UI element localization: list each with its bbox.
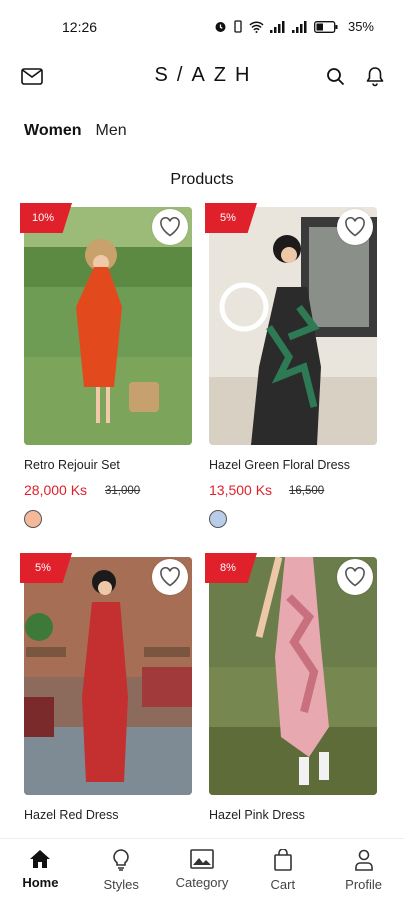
nav-category[interactable]: Category	[162, 839, 243, 900]
search-icon[interactable]	[326, 67, 345, 91]
tab-women[interactable]: Women	[24, 122, 81, 140]
status-bar: 12:26 35%	[0, 0, 404, 52]
wifi-icon	[249, 20, 264, 33]
nav-label: Cart	[270, 877, 296, 892]
color-swatch[interactable]	[209, 510, 227, 528]
home-icon	[30, 850, 51, 868]
tab-men[interactable]: Men	[95, 122, 126, 140]
gender-tabs: Women Men	[24, 122, 127, 140]
nav-cart[interactable]: Cart	[242, 839, 323, 900]
status-icons: 35%	[214, 19, 374, 34]
nav-styles[interactable]: Styles	[81, 839, 162, 900]
nav-label: Category	[175, 875, 229, 890]
product-name[interactable]: Retro Rejouir Set	[24, 458, 120, 472]
heart-icon[interactable]	[152, 559, 188, 595]
product-name[interactable]: Hazel Red Dress	[24, 808, 118, 822]
bag-icon	[273, 849, 292, 871]
color-swatch[interactable]	[24, 510, 42, 528]
battery-percent: 35%	[347, 19, 374, 34]
person-icon	[354, 849, 373, 871]
product-name[interactable]: Hazel Pink Dress	[209, 808, 305, 822]
product-old-price: 31,000	[105, 485, 141, 497]
heart-icon[interactable]	[337, 209, 373, 245]
product-price: 13,500 Ks	[209, 482, 273, 498]
vibrate-icon	[234, 20, 242, 33]
status-time: 12:26	[62, 19, 98, 35]
product-name[interactable]: Hazel Green Floral Dress	[209, 458, 350, 472]
product-price: 28,000 Ks	[24, 482, 88, 498]
signal-icon	[269, 20, 285, 33]
bottom-nav: Home Styles Category Cart Profile	[0, 838, 404, 900]
battery-icon	[314, 20, 338, 33]
heart-icon[interactable]	[337, 559, 373, 595]
section-title: Products	[170, 171, 234, 188]
heart-icon[interactable]	[152, 209, 188, 245]
app-header: S/AZH	[0, 52, 404, 102]
product-old-price: 16,500	[289, 485, 325, 497]
image-icon	[190, 849, 214, 869]
signal-icon-2	[291, 20, 307, 33]
bulb-icon	[113, 849, 129, 871]
alarm-icon	[215, 22, 226, 32]
nav-label: Profile	[345, 877, 383, 892]
nav-profile[interactable]: Profile	[323, 839, 404, 900]
nav-label: Home	[22, 875, 59, 890]
nav-home[interactable]: Home	[0, 839, 81, 900]
bell-icon[interactable]	[365, 66, 385, 92]
nav-label: Styles	[103, 877, 139, 892]
